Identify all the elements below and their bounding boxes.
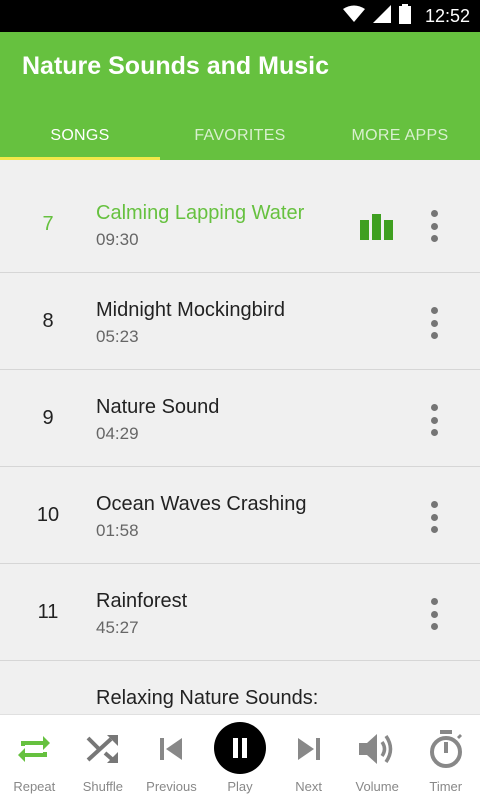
next-button[interactable]: Next bbox=[274, 715, 343, 800]
shuffle-label: Shuffle bbox=[82, 779, 123, 794]
song-row[interactable]: Relaxing Nature Sounds: bbox=[0, 661, 480, 714]
play-label: Play bbox=[227, 779, 253, 794]
skip-next-icon bbox=[287, 727, 331, 771]
skip-previous-icon bbox=[149, 727, 193, 771]
more-options-icon[interactable] bbox=[422, 404, 446, 436]
wifi-icon bbox=[342, 5, 365, 28]
song-duration: 45:27 bbox=[96, 618, 139, 637]
repeat-icon bbox=[12, 727, 56, 771]
battery-icon bbox=[398, 3, 411, 29]
previous-label: Previous bbox=[146, 779, 197, 794]
volume-button[interactable]: Volume bbox=[343, 715, 412, 800]
song-number bbox=[0, 661, 96, 714]
song-title: Relaxing Nature Sounds: bbox=[96, 687, 319, 709]
app-bar: Nature Sounds and Music SONGS FAVORITES … bbox=[0, 32, 480, 160]
timer-label: Timer bbox=[429, 779, 463, 794]
volume-label: Volume bbox=[355, 779, 399, 794]
song-number: 9 bbox=[42, 406, 54, 429]
song-row[interactable]: 9 Nature Sound 04:29 bbox=[0, 370, 480, 467]
pause-icon bbox=[214, 722, 267, 774]
song-title: Ocean Waves Crashing bbox=[96, 493, 307, 515]
tab-songs[interactable]: SONGS bbox=[0, 112, 160, 160]
song-list[interactable]: 7 Calming Lapping Water 09:30 8 Midnight… bbox=[0, 176, 480, 714]
status-time: 12:52 bbox=[424, 5, 470, 26]
song-title: Rainforest bbox=[96, 590, 188, 612]
song-duration: 09:30 bbox=[96, 230, 139, 249]
song-number: 7 bbox=[42, 212, 54, 235]
shuffle-icon bbox=[81, 727, 125, 771]
more-options-icon[interactable] bbox=[422, 598, 446, 630]
song-duration: 05:23 bbox=[96, 327, 139, 346]
song-number: 11 bbox=[37, 600, 59, 623]
song-duration: 01:58 bbox=[96, 521, 139, 540]
play-pause-button[interactable]: Play bbox=[206, 715, 275, 800]
more-options-icon[interactable] bbox=[422, 501, 446, 533]
song-row[interactable]: 10 Ocean Waves Crashing 01:58 bbox=[0, 467, 480, 564]
shuffle-button[interactable]: Shuffle bbox=[69, 715, 138, 800]
song-duration: 04:29 bbox=[96, 424, 139, 443]
cell-signal-icon bbox=[372, 4, 391, 28]
app-title: Nature Sounds and Music bbox=[22, 52, 329, 80]
next-label: Next bbox=[295, 779, 322, 794]
tab-more-apps[interactable]: MORE APPS bbox=[320, 112, 480, 160]
song-row[interactable]: 8 Midnight Mockingbird 05:23 bbox=[0, 273, 480, 370]
tab-favorites[interactable]: FAVORITES bbox=[160, 112, 320, 160]
volume-icon bbox=[355, 727, 399, 771]
repeat-label: Repeat bbox=[13, 779, 56, 794]
tab-bar: SONGS FAVORITES MORE APPS bbox=[0, 112, 480, 160]
player-controls: Repeat Shuffle Previous Play Next Volume… bbox=[0, 714, 480, 800]
song-row[interactable]: 11 Rainforest 45:27 bbox=[0, 564, 480, 661]
song-title: Nature Sound bbox=[96, 396, 220, 418]
song-title: Calming Lapping Water bbox=[96, 202, 305, 224]
timer-button[interactable]: Timer bbox=[411, 715, 480, 800]
song-number: 10 bbox=[36, 503, 60, 526]
more-options-icon[interactable] bbox=[422, 307, 446, 339]
previous-button[interactable]: Previous bbox=[137, 715, 206, 800]
timer-icon bbox=[424, 727, 468, 771]
song-number: 8 bbox=[42, 309, 54, 332]
song-row[interactable]: 7 Calming Lapping Water 09:30 bbox=[0, 176, 480, 273]
repeat-button[interactable]: Repeat bbox=[0, 715, 69, 800]
status-bar: 12:52 bbox=[0, 0, 480, 32]
song-title: Midnight Mockingbird bbox=[96, 299, 285, 321]
more-options-icon[interactable] bbox=[422, 210, 446, 242]
now-playing-equalizer-icon bbox=[360, 214, 393, 240]
